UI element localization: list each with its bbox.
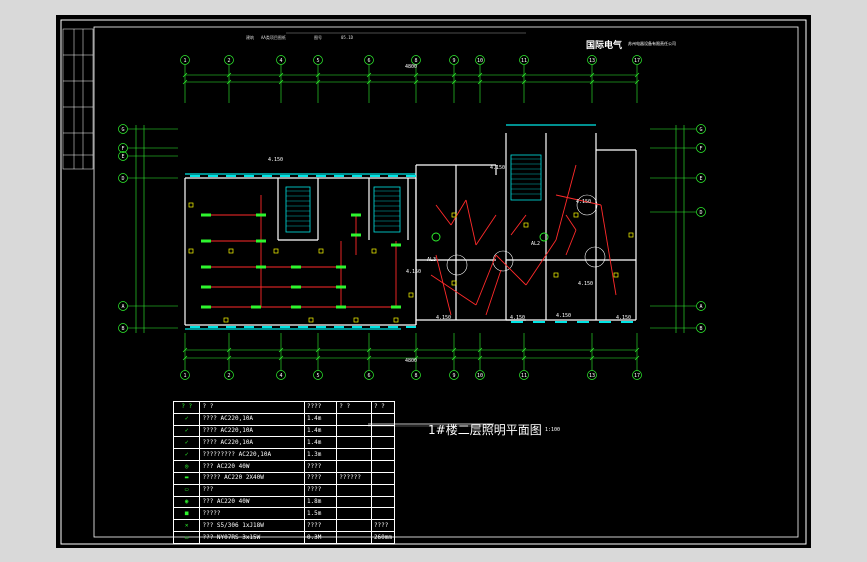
legend-cell (336, 507, 372, 521)
legend-row: ▬????? AC220 2X40W?????????? (172, 471, 396, 485)
legend-cell: ???? AC220,10A (199, 424, 305, 438)
legend-cell: 0.3M (303, 531, 338, 544)
legend-row: ▭??????? (172, 483, 396, 497)
legend-cell: 1.4m (303, 412, 338, 426)
legend-header-cell: ? ? (336, 401, 372, 414)
legend-cell: ?????? (336, 471, 372, 485)
legend-cell: 1.5m (303, 507, 338, 521)
legend-row: ✓???? AC220,10A 1.4m (172, 436, 396, 450)
legend-row: ▭??? NY07RS 3x15W 0.3M 260mm (172, 531, 396, 544)
switch-dim-icon: ✓ (172, 448, 201, 462)
switch-single-icon: ✓ (172, 412, 201, 426)
switch-double-icon: ✓ (172, 424, 201, 438)
legend-cell (370, 507, 396, 521)
legend-cell: ???? (303, 483, 338, 497)
legend-row: ✓????????? AC220,10A 1.3m (172, 448, 396, 462)
legend-cell: 260mm (370, 531, 396, 544)
legend-cell: ???? AC220,10A (199, 412, 305, 426)
legend-cell: ????????? AC220,10A (199, 448, 305, 462)
legend-cell: ????? (199, 507, 305, 521)
legend-header-cell: ? ? (199, 401, 305, 414)
legend-cell: 1.4m (303, 436, 338, 450)
legend-header-cell: ? ? (370, 401, 396, 414)
legend-cell (336, 483, 372, 497)
legend-cell: ??? S5/306 1xJ18W (199, 519, 305, 533)
legend-cell: 1.4m (303, 424, 338, 438)
legend-cell (370, 436, 396, 450)
legend-row: ✓???? AC220,10A 1.4m (172, 424, 396, 438)
legend-cell (336, 531, 372, 544)
legend-cell (336, 460, 372, 473)
wall-lamp-icon: ▭ (172, 483, 201, 497)
legend-cell (336, 519, 372, 533)
legend-cell (370, 471, 396, 485)
legend-cell (370, 424, 396, 438)
legend-row: ✓???? AC220,10A 1.4m (172, 412, 396, 426)
legend-row: ◉??? AC220 40W 1.8m (172, 495, 396, 509)
legend-cell: ???? AC220,10A (199, 436, 305, 450)
legend-cell: ??? (199, 483, 305, 497)
legend-cell: ???? (370, 519, 396, 533)
legend-table: ? ?? ?????? ?? ? ✓???? AC220,10A 1.4m ✓????… (172, 401, 396, 544)
legend-cell (336, 436, 372, 450)
legend-cell (336, 495, 372, 509)
legend-cell (370, 448, 396, 462)
legend-cell (336, 424, 372, 438)
legend-cell: ????? AC220 2X40W (199, 471, 305, 485)
legend-row: ■????? 1.5m (172, 507, 396, 521)
bulkhead-lamp-icon: ◉ (172, 495, 201, 509)
legend-cell (370, 495, 396, 509)
fan-icon: ✕ (172, 519, 201, 533)
drawing-sheet: 1 2 4 5 6 8 9 10 11 13 17 1 2 4 5 6 8 9 10 11 13 17 4800 4800 G F… (56, 15, 811, 548)
legend-cell (370, 412, 396, 426)
panel-icon: ■ (172, 507, 201, 521)
ceiling-lamp-icon: ◎ (172, 460, 201, 473)
legend-row: ✕??? S5/306 1xJ18W???????? (172, 519, 396, 533)
legend-header-row: ? ?? ?????? ?? ? (172, 401, 396, 414)
title-underline-layer (368, 423, 494, 427)
legend-cell: ???? (303, 519, 338, 533)
legend-cell: ??? AC220 40W (199, 495, 305, 509)
legend-cell: 1.3m (303, 448, 338, 462)
distribution-box-icon: ▭ (172, 531, 201, 544)
legend-cell: 1.8m (303, 495, 338, 509)
legend-cell (336, 412, 372, 426)
legend-cell: ???? (303, 460, 338, 473)
legend-cell: ??? AC220 40W (199, 460, 305, 473)
legend-cell (336, 448, 372, 462)
legend-header-cell: ???? (303, 401, 338, 414)
legend-cell: ??? NY07RS 3x15W (199, 531, 305, 544)
legend-cell (370, 460, 396, 473)
legend-cell (370, 483, 396, 497)
legend-row: ◎??? AC220 40W???? (172, 460, 396, 473)
legend-header-cell: ? ? (172, 401, 201, 414)
legend-cell: ???? (303, 471, 338, 485)
fluorescent-lamp-icon: ▬ (172, 471, 201, 485)
switch-triple-icon: ✓ (172, 436, 201, 450)
